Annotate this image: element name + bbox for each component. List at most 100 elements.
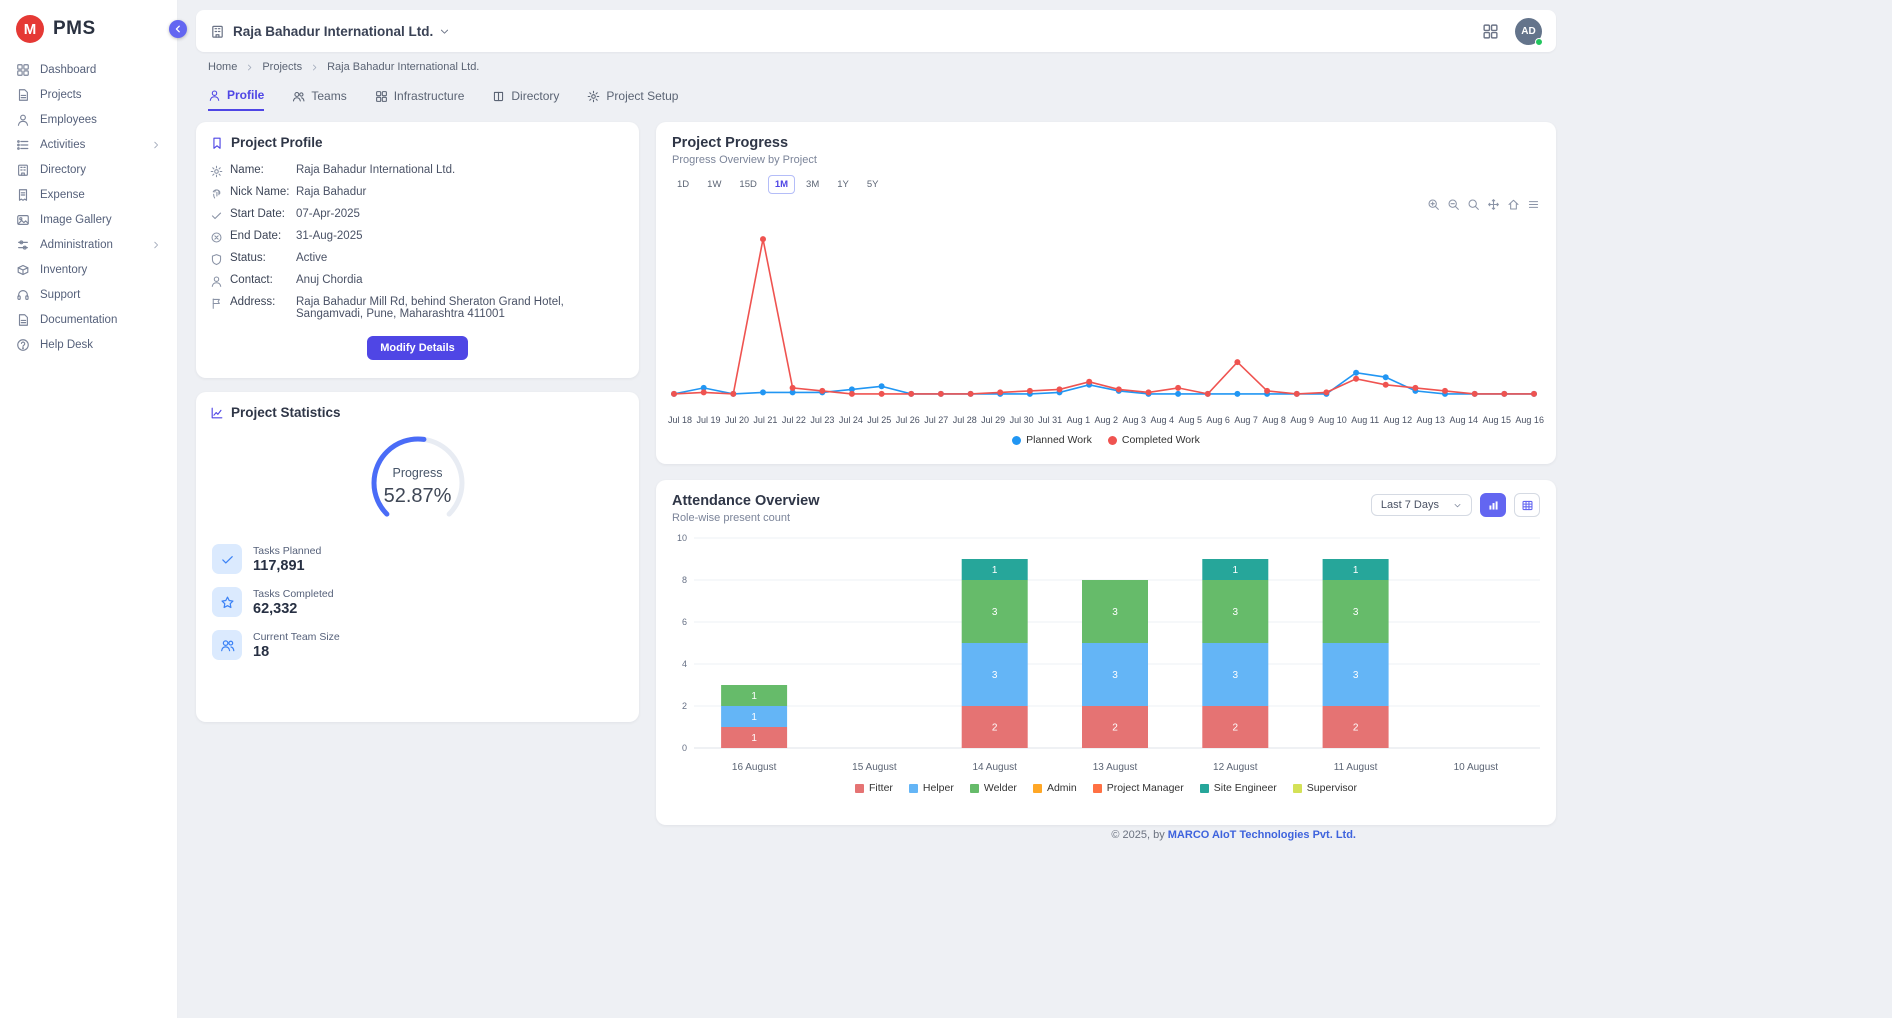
svg-text:3: 3	[1353, 670, 1359, 681]
teams-tab-icon	[292, 90, 305, 103]
project-profile-card: Project Profile Name:Raja Bahadur Intern…	[196, 122, 639, 378]
stat-value: 117,891	[253, 558, 321, 574]
sidebar-item-label: Support	[40, 289, 80, 301]
tab-directory[interactable]: Directory	[492, 88, 559, 111]
progress-chart[interactable]: Jul 18Jul 19Jul 20Jul 21Jul 22Jul 23Jul …	[656, 218, 1556, 446]
field-value: 31-Aug-2025	[296, 230, 363, 242]
zoom-in-icon[interactable]	[1427, 198, 1440, 211]
sidebar-item-directory[interactable]: Directory	[0, 157, 177, 182]
legend-item[interactable]: Completed Work	[1108, 434, 1200, 446]
menu-icon[interactable]	[1527, 198, 1540, 211]
sidebar-item-inventory[interactable]: Inventory	[0, 257, 177, 282]
x-tick-label: 16 August	[694, 762, 814, 773]
chevron-right-icon	[245, 63, 254, 72]
pan-icon[interactable]	[1487, 198, 1500, 211]
profile-fields: Name:Raja Bahadur International Ltd. Nic…	[196, 160, 639, 324]
range-1w-button[interactable]: 1W	[700, 175, 728, 194]
progress-gauge-arc	[363, 428, 473, 538]
attendance-chart[interactable]: 0246810111233123323312331 16 August15 Au…	[656, 532, 1556, 794]
chevron-down-icon[interactable]	[439, 26, 450, 37]
tab-teams[interactable]: Teams	[292, 88, 346, 111]
sidebar-item-dashboard[interactable]: Dashboard	[0, 57, 177, 82]
svg-text:0: 0	[682, 743, 687, 753]
breadcrumb-projects[interactable]: Projects	[262, 61, 302, 73]
svg-text:1: 1	[751, 712, 757, 723]
table-view-toggle[interactable]	[1514, 493, 1540, 517]
x-tick-label: Jul 31	[1038, 415, 1062, 425]
attendance-controls: Last 7 Days	[1371, 493, 1540, 517]
field-value: Raja Bahadur	[296, 186, 366, 198]
tab-project-setup[interactable]: Project Setup	[587, 88, 678, 111]
svg-text:1: 1	[751, 733, 757, 744]
apps-grid-icon[interactable]	[1482, 23, 1499, 40]
x-circle-icon	[210, 231, 223, 244]
range-3m-button[interactable]: 3M	[799, 175, 826, 194]
range-1m-button[interactable]: 1M	[768, 175, 795, 194]
x-tick-label: Jul 22	[782, 415, 806, 425]
avatar[interactable]: AD	[1515, 18, 1542, 45]
card-title-text: Project Profile	[231, 135, 323, 150]
legend-item[interactable]: Supervisor	[1293, 782, 1357, 794]
card-title: Project Profile	[196, 122, 639, 150]
sidebar-item-image-gallery[interactable]: Image Gallery	[0, 207, 177, 232]
sidebar-item-employees[interactable]: Employees	[0, 107, 177, 132]
svg-text:1: 1	[1353, 565, 1359, 576]
legend-item[interactable]: Helper	[909, 782, 954, 794]
sidebar-item-help-desk[interactable]: Help Desk	[0, 332, 177, 357]
legend-item[interactable]: Fitter	[855, 782, 893, 794]
company-selector[interactable]: Raja Bahadur International Ltd.	[233, 24, 433, 39]
range-1d-button[interactable]: 1D	[670, 175, 696, 194]
tab-profile[interactable]: Profile	[208, 88, 264, 111]
chevron-right-icon	[310, 63, 319, 72]
image-gallery-icon	[16, 213, 30, 227]
x-tick-label: Aug 3	[1123, 415, 1147, 425]
chart-icon	[210, 406, 224, 420]
x-tick-label: Aug 8	[1262, 415, 1286, 425]
bar-view-toggle[interactable]	[1480, 493, 1506, 517]
tab-infrastructure[interactable]: Infrastructure	[375, 88, 465, 111]
range-5y-button[interactable]: 5Y	[860, 175, 886, 194]
topbar: Raja Bahadur International Ltd. AD	[196, 10, 1556, 52]
x-tick-label: Aug 4	[1150, 415, 1174, 425]
x-tick-label: Jul 18	[668, 415, 692, 425]
zoom-icon[interactable]	[1467, 198, 1480, 211]
sidebar-item-projects[interactable]: Projects	[0, 82, 177, 107]
company-icon	[210, 24, 225, 39]
legend-item[interactable]: Project Manager	[1093, 782, 1184, 794]
field-label: Nick Name:	[230, 186, 296, 198]
stat-label: Tasks Planned	[253, 545, 321, 557]
svg-text:3: 3	[1233, 670, 1239, 681]
legend-item[interactable]: Site Engineer	[1200, 782, 1277, 794]
sidebar-item-support[interactable]: Support	[0, 282, 177, 307]
sidebar-collapse-button[interactable]	[169, 20, 187, 38]
home-icon[interactable]	[1507, 198, 1520, 211]
sidebar-item-activities[interactable]: Activities	[0, 132, 177, 157]
tab-bar: Profile Teams Infrastructure Directory P…	[208, 88, 678, 111]
x-tick-label: Jul 24	[839, 415, 863, 425]
x-tick-label: Aug 13	[1417, 415, 1446, 425]
sidebar: M PMS Dashboard Projects Employees Activ…	[0, 0, 178, 1018]
project-setup-tab-icon	[587, 90, 600, 103]
legend-item[interactable]: Planned Work	[1012, 434, 1092, 446]
x-tick-label: 15 August	[814, 762, 934, 773]
attendance-chart-plot[interactable]: 0246810111233123323312331	[668, 532, 1540, 754]
progress-chart-plot[interactable]	[668, 218, 1540, 406]
sidebar-item-administration[interactable]: Administration	[0, 232, 177, 257]
x-tick-label: Aug 12	[1384, 415, 1413, 425]
legend-item[interactable]: Welder	[970, 782, 1017, 794]
legend-item[interactable]: Admin	[1033, 782, 1077, 794]
sidebar-item-expense[interactable]: Expense	[0, 182, 177, 207]
sidebar-item-documentation[interactable]: Documentation	[0, 307, 177, 332]
range-15d-button[interactable]: 15D	[732, 175, 763, 194]
svg-text:2: 2	[1353, 723, 1359, 734]
footer-link[interactable]: MARCO AIoT Technologies Pvt. Ltd.	[1168, 829, 1356, 841]
help-desk-icon	[16, 338, 30, 352]
profile-tab-icon	[208, 89, 221, 102]
zoom-out-icon[interactable]	[1447, 198, 1460, 211]
svg-text:3: 3	[1112, 670, 1118, 681]
breadcrumb-home[interactable]: Home	[208, 61, 237, 73]
field-start-date: Start Date:07-Apr-2025	[196, 204, 639, 226]
range-1y-button[interactable]: 1Y	[830, 175, 856, 194]
date-range-select[interactable]: Last 7 Days	[1371, 494, 1472, 516]
modify-details-button[interactable]: Modify Details	[367, 336, 468, 360]
